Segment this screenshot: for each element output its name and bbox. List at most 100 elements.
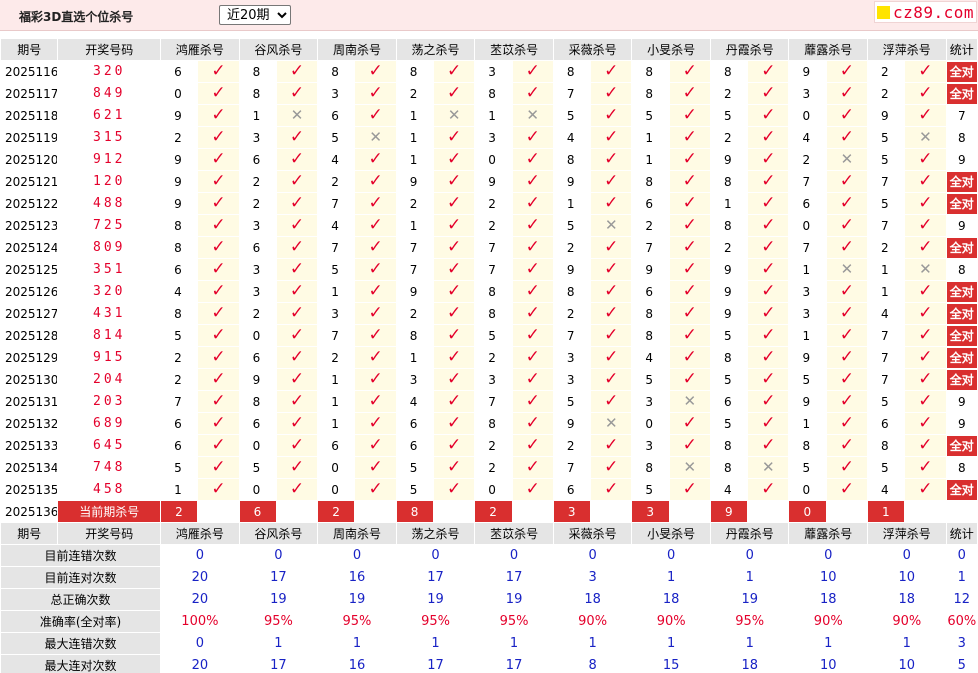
result-cell: ✓ <box>354 104 397 127</box>
checkmark-icon: ✓ <box>761 391 776 411</box>
checkmark-icon: ✓ <box>289 391 305 411</box>
checkmark-icon: ✓ <box>525 391 540 411</box>
summary-label: 准确率(全对率) <box>0 610 162 633</box>
checkmark-icon: ✓ <box>682 413 697 433</box>
col-expert[interactable]: 丹霞杀号 <box>709 38 790 61</box>
site-badge[interactable]: cz89.com <box>874 1 977 23</box>
kill-number: 3 <box>788 280 827 303</box>
result-cell: ✓ <box>668 412 711 435</box>
kill-number: 8 <box>631 324 670 347</box>
col-draw: 开奖号码 <box>57 38 162 61</box>
result-cell: ✓ <box>197 60 240 83</box>
result-cell: ✓ <box>432 434 476 457</box>
checkmark-icon: ✓ <box>211 479 226 499</box>
kill-number: 5 <box>317 126 356 149</box>
summary-value: 17 <box>474 566 554 589</box>
kill-number: 6 <box>552 478 592 501</box>
kill-number: 2 <box>395 302 435 325</box>
stat-cell: 全对 <box>945 478 978 501</box>
checkmark-icon: ✓ <box>839 347 854 367</box>
table-row: 2025134 748 5 ✓ 5 ✓ 0 ✓ 5 ✓ 2 ✓ 7 ✓ 8 ✕ 8 ✕ 5 ✓ 5 ✓ 8 <box>0 456 978 479</box>
kill-number: 6 <box>788 192 827 215</box>
checkmark-icon: ✓ <box>368 237 383 257</box>
kill-number: 3 <box>788 82 827 105</box>
all-correct-badge: 全对 <box>947 61 977 82</box>
checkmark-icon: ✓ <box>839 105 854 125</box>
col-expert[interactable]: 鸿雁杀号 <box>160 522 240 545</box>
result-cell: ✓ <box>747 82 790 105</box>
kill-number: 7 <box>867 346 906 369</box>
result-cell: ✓ <box>432 82 476 105</box>
checkmark-icon: ✓ <box>761 61 776 81</box>
col-expert[interactable]: 荡之杀号 <box>395 522 476 545</box>
col-expert[interactable]: 蘼露杀号 <box>788 522 869 545</box>
result-cell: ✕ <box>590 214 633 237</box>
col-expert[interactable]: 采薇杀号 <box>552 522 633 545</box>
summary-value: 18 <box>631 588 711 611</box>
checkmark-icon: ✓ <box>368 215 383 235</box>
kill-number: 3 <box>474 126 513 149</box>
result-cell: ✓ <box>354 214 397 237</box>
col-expert[interactable]: 谷风杀号 <box>238 522 319 545</box>
checkmark-icon: ✓ <box>604 457 619 477</box>
summary-header-row: 期号 开奖号码 鸿雁杀号 谷风杀号 周南杀号 荡之杀号 苤苡杀号 采薇杀号 小旻… <box>0 522 978 545</box>
col-expert[interactable]: 浮萍杀号 <box>867 522 947 545</box>
range-select[interactable]: 近20期 <box>219 5 291 25</box>
result-cell: ✓ <box>275 478 319 501</box>
summary-row: 最大连对次数 20 17 16 17 17 8 15 18 10 10 5 <box>0 654 978 673</box>
summary-value: 17 <box>238 654 319 673</box>
checkmark-icon: ✓ <box>918 237 933 257</box>
kill-number: 6 <box>160 60 199 83</box>
kill-number: 9 <box>788 390 827 413</box>
col-expert[interactable]: 荡之杀号 <box>395 38 476 61</box>
result-cell: ✓ <box>511 346 554 369</box>
checkmark-icon: ✓ <box>682 479 697 499</box>
result-cell: ✓ <box>904 104 947 127</box>
kill-number: 9 <box>238 368 277 391</box>
checkmark-icon: ✓ <box>525 303 540 323</box>
summary-stat: 5 <box>945 654 978 673</box>
kill-number: 6 <box>238 346 277 369</box>
result-cell: ✓ <box>354 82 397 105</box>
checkmark-icon: ✓ <box>604 193 619 213</box>
col-expert[interactable]: 蘼露杀号 <box>788 38 869 61</box>
kill-number: 3 <box>631 434 670 457</box>
result-cell: ✓ <box>511 170 554 193</box>
kill-number: 8 <box>709 60 749 83</box>
kill-number: 6 <box>317 434 356 457</box>
col-expert[interactable]: 采薇杀号 <box>552 38 633 61</box>
col-expert[interactable]: 谷风杀号 <box>238 38 319 61</box>
kill-number: 7 <box>552 82 592 105</box>
checkmark-icon: ✓ <box>289 435 305 455</box>
result-cell: ✕ <box>825 258 869 281</box>
col-expert[interactable]: 浮萍杀号 <box>867 38 947 61</box>
empty-cell <box>668 500 711 523</box>
checkmark-icon: ✓ <box>839 391 854 411</box>
all-correct-badge: 全对 <box>947 325 977 346</box>
kill-number: 6 <box>160 434 199 457</box>
kill-number: 8 <box>160 236 199 259</box>
summary-row: 准确率(全对率) 100% 95% 95% 95% 95% 90% 90% 95% 90% 90% 6… <box>0 610 978 633</box>
result-cell: ✓ <box>275 60 319 83</box>
col-expert[interactable]: 小旻杀号 <box>631 522 711 545</box>
col-expert[interactable]: 小旻杀号 <box>631 38 711 61</box>
kill-number: 9 <box>631 258 670 281</box>
col-expert[interactable]: 苤苡杀号 <box>474 38 554 61</box>
result-cell: ✓ <box>904 170 947 193</box>
result-cell: ✓ <box>590 126 633 149</box>
checkmark-icon: ✓ <box>918 435 933 455</box>
col-expert[interactable]: 苤苡杀号 <box>474 522 554 545</box>
kill-number: 2 <box>474 346 513 369</box>
result-cell: ✓ <box>197 368 240 391</box>
col-expert[interactable]: 周南杀号 <box>317 38 397 61</box>
site-logo-icon <box>877 5 890 19</box>
result-cell: ✓ <box>432 346 476 369</box>
checkmark-icon: ✓ <box>839 127 854 147</box>
checkmark-icon: ✓ <box>761 435 776 455</box>
kill-number: 1 <box>631 148 670 171</box>
col-expert[interactable]: 丹霞杀号 <box>709 522 790 545</box>
kill-number: 2 <box>474 434 513 457</box>
checkmark-icon: ✓ <box>368 193 383 213</box>
col-expert[interactable]: 周南杀号 <box>317 522 397 545</box>
col-expert[interactable]: 鸿雁杀号 <box>160 38 240 61</box>
